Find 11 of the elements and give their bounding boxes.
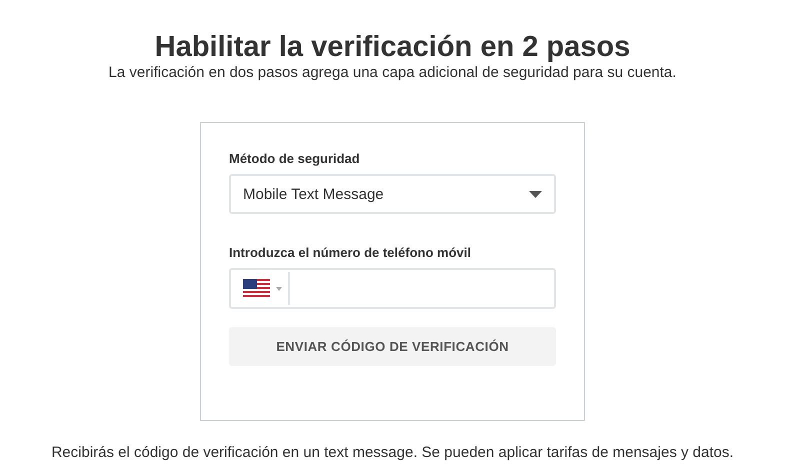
phone-number-field[interactable] — [229, 268, 556, 309]
security-method-dropdown[interactable]: Mobile Text Message — [229, 174, 556, 214]
caret-icon — [276, 286, 282, 290]
page-title: Habilitar la verificación en 2 pasos — [154, 30, 630, 64]
footer-note: Recibirás el código de verificación en un text message. Se pueden aplicar tarifas de mensajes y datos. — [51, 444, 734, 462]
field-label: Introduzca el número de teléfono móvil — [229, 245, 471, 261]
caret-icon — [529, 190, 542, 198]
field-label: Método de seguridad — [229, 151, 360, 167]
page-subtitle: La verificación en dos pasos agrega una capa adicional de seguridad para su cuenta. — [108, 64, 676, 82]
flag-icon — [243, 278, 270, 298]
send-code-button[interactable]: ENVIAR CÓDIGO DE VERIFICACIÓN — [229, 327, 556, 366]
